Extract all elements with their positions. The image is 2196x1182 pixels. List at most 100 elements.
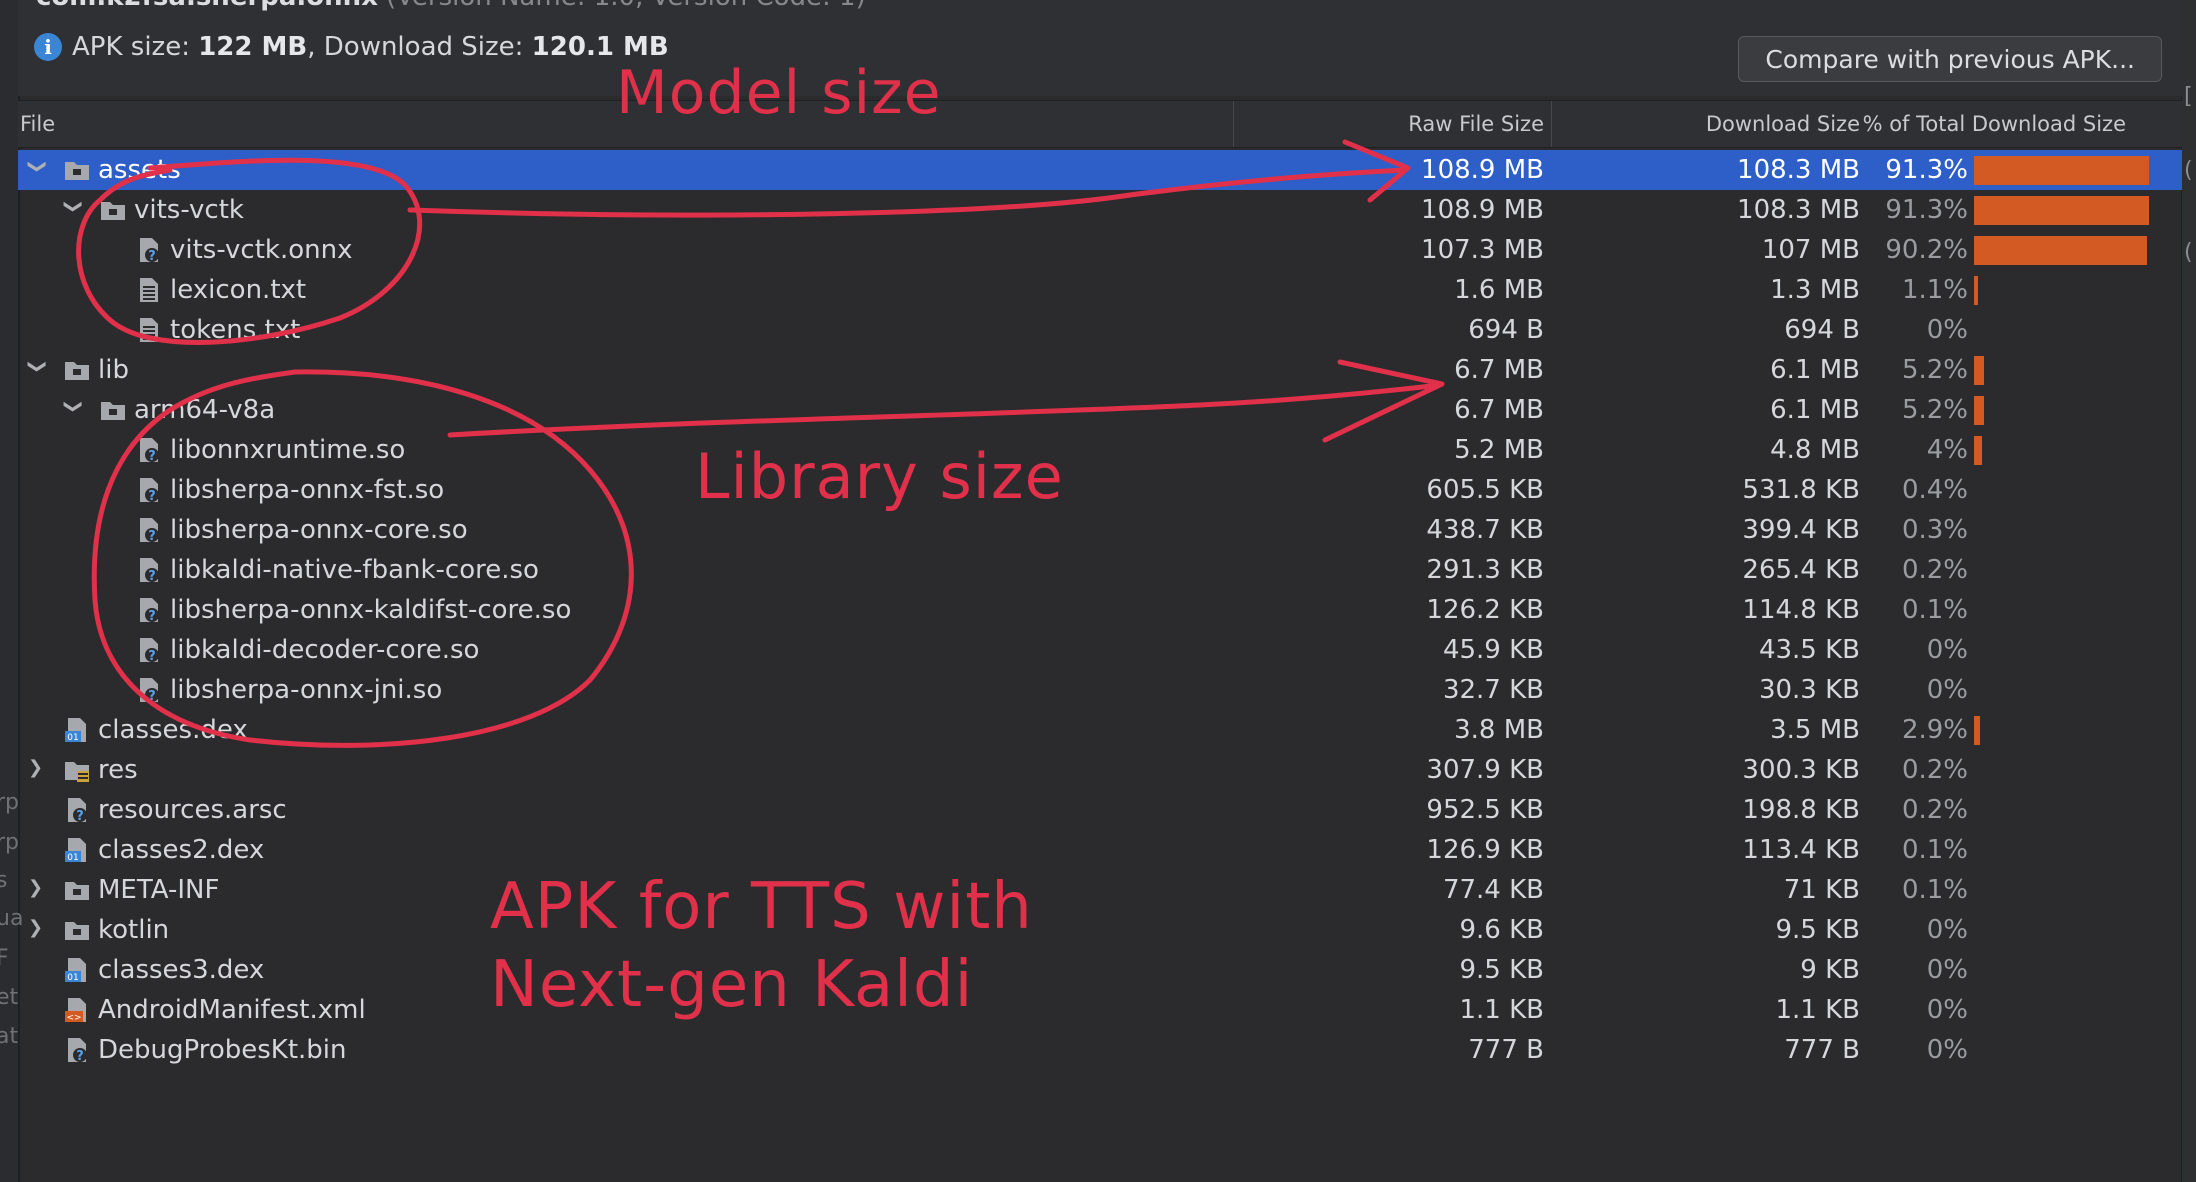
chevron-down-icon[interactable]: ❯ — [63, 399, 84, 417]
chevron-right-icon[interactable]: ❯ — [28, 879, 46, 897]
right-edge-fragment: ( — [2184, 240, 2193, 265]
percent-of-total: 2.9% — [1901, 715, 1968, 745]
unknown-file-icon: ? — [136, 557, 162, 584]
folder-icon — [64, 877, 90, 903]
column-divider[interactable] — [1551, 101, 1552, 147]
size-bar — [1974, 436, 1982, 465]
percent-of-total: 5.2% — [1901, 355, 1968, 385]
percent-of-total: 4% — [1926, 435, 1968, 465]
raw-file-size: 694 B — [1468, 315, 1544, 345]
download-size: 3.5 MB — [1770, 715, 1860, 745]
download-size: 9.5 KB — [1775, 915, 1861, 945]
raw-file-size: 6.7 MB — [1454, 395, 1544, 425]
library-size-annotation: Library size — [695, 440, 1064, 513]
file-name: lexicon.txt — [170, 275, 307, 305]
file-name: classes3.dex — [98, 955, 265, 985]
file-tree-row[interactable]: ? libonnxruntime.so 5.2 MB 4.8 MB 4% — [18, 430, 2182, 470]
file-tree-row[interactable]: 01 classes3.dex 9.5 KB 9 KB 0% — [18, 950, 2182, 990]
file-tree-row[interactable]: ? libkaldi-decoder-core.so 45.9 KB 43.5 KB 0… — [18, 630, 2182, 670]
file-name: libsherpa-onnx-fst.so — [170, 475, 445, 505]
file-tree-row[interactable]: ? vits-vctk.onnx 107.3 MB 107 MB 90.2% — [18, 230, 2182, 270]
percent-of-total: 0.2% — [1901, 555, 1968, 585]
folder-icon — [64, 357, 90, 383]
download-size: 113.4 KB — [1742, 835, 1860, 865]
raw-file-size: 126.9 KB — [1426, 835, 1544, 865]
percent-of-total: 0.1% — [1901, 835, 1968, 865]
file-tree-row[interactable]: ? DebugProbesKt.bin 777 B 777 B 0% — [18, 1030, 2182, 1070]
chevron-down-icon[interactable]: ❯ — [63, 199, 84, 217]
text-file-icon — [136, 317, 162, 343]
file-name: vits-vctk — [134, 195, 244, 225]
column-download-size[interactable]: Download Size — [1706, 112, 1860, 136]
file-name: kotlin — [98, 915, 170, 945]
package-version: (Version Name: 1.0, Version Code: 1) — [386, 0, 866, 12]
download-size: 300.3 KB — [1742, 755, 1860, 785]
file-tree-row[interactable]: ? libsherpa-onnx-fst.so 605.5 KB 531.8 KB 0.… — [18, 470, 2182, 510]
svg-text:?: ? — [76, 809, 84, 823]
left-edge-fragment: rp — [0, 790, 20, 815]
unknown-file-icon: ? — [136, 437, 162, 464]
text-file-icon — [136, 277, 162, 303]
size-bar — [1974, 396, 1984, 425]
file-tree-row[interactable]: 01 classes2.dex 126.9 KB 113.4 KB 0.1% — [18, 830, 2182, 870]
file-tree-row[interactable]: ? libsherpa-onnx-jni.so 32.7 KB 30.3 KB 0% — [18, 670, 2182, 710]
column-raw-file-size[interactable]: Raw File Size — [1408, 112, 1544, 136]
raw-file-size: 438.7 KB — [1426, 515, 1544, 545]
raw-file-size: 5.2 MB — [1454, 435, 1544, 465]
percent-of-total: 0.3% — [1901, 515, 1968, 545]
column-percent-download[interactable]: % of Total Download Size — [1863, 112, 2126, 136]
chevron-right-icon[interactable]: ❯ — [28, 919, 46, 937]
file-tree-row[interactable]: ? libsherpa-onnx-core.so 438.7 KB 399.4 KB 0… — [18, 510, 2182, 550]
percent-of-total: 0.1% — [1901, 595, 1968, 625]
file-name: libsherpa-onnx-jni.so — [170, 675, 443, 705]
dex-file-icon: 01 — [64, 957, 90, 983]
dex-file-icon: 01 — [64, 717, 90, 743]
file-tree-row[interactable]: lexicon.txt 1.6 MB 1.3 MB 1.1% — [18, 270, 2182, 310]
percent-of-total: 1.1% — [1901, 275, 1968, 305]
download-size: 6.1 MB — [1770, 355, 1860, 385]
svg-text:?: ? — [148, 649, 156, 663]
file-tree-row[interactable]: ❯ META-INF 77.4 KB 71 KB 0.1% — [18, 870, 2182, 910]
unknown-file-icon: ? — [136, 477, 162, 504]
file-tree-row[interactable]: tokens.txt 694 B 694 B 0% — [18, 310, 2182, 350]
file-tree-row[interactable]: ? libsherpa-onnx-kaldifst-core.so 126.2 KB… — [18, 590, 2182, 630]
raw-file-size: 107.3 MB — [1421, 235, 1544, 265]
file-tree-row[interactable]: ? resources.arsc 952.5 KB 198.8 KB 0.2% — [18, 790, 2182, 830]
column-file[interactable]: File — [20, 112, 55, 136]
file-tree-row[interactable]: 01 classes.dex 3.8 MB 3.5 MB 2.9% — [18, 710, 2182, 750]
file-tree-row[interactable]: ❯ assets 108.9 MB 108.3 MB 91.3% — [18, 150, 2182, 190]
chevron-right-icon[interactable]: ❯ — [28, 759, 46, 777]
file-name: classes2.dex — [98, 835, 265, 865]
download-size: 1.1 KB — [1775, 995, 1861, 1025]
percent-of-total: 90.2% — [1885, 235, 1968, 265]
file-tree-row[interactable]: ? libkaldi-native-fbank-core.so 291.3 KB 26… — [18, 550, 2182, 590]
percent-of-total: 0% — [1926, 635, 1968, 665]
chevron-down-icon[interactable]: ❯ — [27, 159, 48, 177]
file-name: res — [98, 755, 138, 785]
file-tree-row[interactable]: ❯ vits-vctk 108.9 MB 108.3 MB 91.3% — [18, 190, 2182, 230]
raw-file-size: 45.9 KB — [1442, 635, 1544, 665]
folder-icon — [100, 397, 126, 423]
compare-with-previous-apk-button[interactable]: Compare with previous APK... — [1738, 36, 2162, 82]
file-tree-row[interactable]: <> AndroidManifest.xml 1.1 KB 1.1 KB 0% — [18, 990, 2182, 1030]
file-name: libkaldi-native-fbank-core.so — [170, 555, 539, 585]
column-divider[interactable] — [1233, 101, 1234, 147]
file-tree-row[interactable]: ❯ arm64-v8a 6.7 MB 6.1 MB 5.2% — [18, 390, 2182, 430]
file-tree-row[interactable]: ❯ kotlin 9.6 KB 9.5 KB 0% — [18, 910, 2182, 950]
download-size: 777 B — [1784, 1035, 1860, 1065]
percent-of-total: 0.4% — [1901, 475, 1968, 505]
file-tree-row[interactable]: ❯ lib 6.7 MB 6.1 MB 5.2% — [18, 350, 2182, 390]
raw-file-size: 126.2 KB — [1426, 595, 1544, 625]
apk-summary-header: com.k2fsa.sherpa.onnx (Version Name: 1.0,… — [18, 0, 2182, 96]
size-bar — [1974, 356, 1984, 385]
svg-text:?: ? — [148, 529, 156, 543]
unknown-file-icon: ? — [136, 597, 162, 624]
chevron-down-icon[interactable]: ❯ — [27, 359, 48, 377]
right-panel-strip: [ ( ( — [2181, 0, 2196, 1182]
download-size: 114.8 KB — [1742, 595, 1860, 625]
raw-file-size: 32.7 KB — [1442, 675, 1544, 705]
raw-file-size: 6.7 MB — [1454, 355, 1544, 385]
file-tree-row[interactable]: ❯ res 307.9 KB 300.3 KB 0.2% — [18, 750, 2182, 790]
download-size: 9 KB — [1800, 955, 1860, 985]
file-name: libonnxruntime.so — [170, 435, 406, 465]
